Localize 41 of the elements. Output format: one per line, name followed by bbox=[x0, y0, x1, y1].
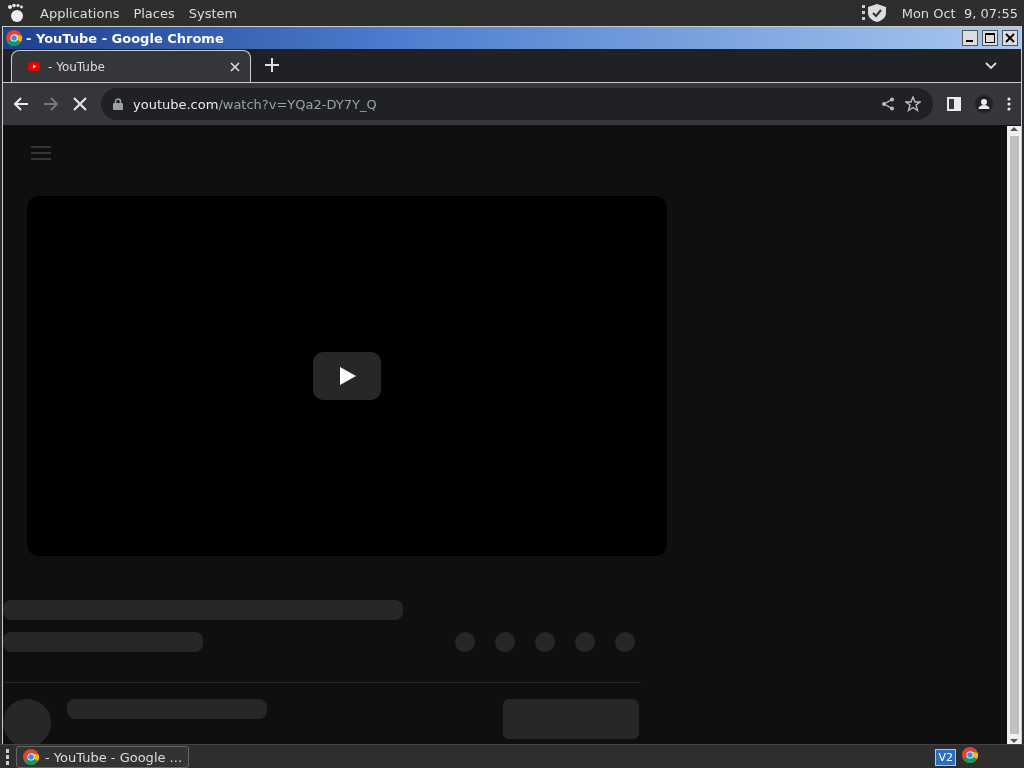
foot-logo-icon[interactable] bbox=[6, 3, 26, 23]
profile-icon[interactable] bbox=[975, 95, 993, 113]
youtube-icon bbox=[28, 61, 40, 72]
menu-icon[interactable] bbox=[1007, 97, 1011, 111]
button-placeholder bbox=[615, 632, 635, 652]
clock[interactable]: Mon Oct 9, 07:55 bbox=[901, 5, 1018, 21]
lock-icon bbox=[113, 98, 123, 110]
star-icon[interactable] bbox=[905, 96, 921, 112]
maximize-icon bbox=[985, 33, 995, 43]
panel-menu[interactable]: Places bbox=[133, 5, 175, 21]
chrome-icon bbox=[962, 747, 978, 763]
side-panel-icon[interactable] bbox=[947, 97, 961, 111]
button-placeholder bbox=[575, 632, 595, 652]
address-bar[interactable]: youtube.com/watch?v=YQa2-DY7Y_Q bbox=[101, 88, 933, 120]
minimize-button[interactable] bbox=[962, 30, 978, 46]
browser-tab[interactable]: - YouTube bbox=[11, 50, 251, 82]
handle-icon bbox=[6, 748, 10, 766]
chrome-icon bbox=[23, 749, 39, 765]
close-icon bbox=[1005, 33, 1015, 43]
taskbar-item[interactable]: - YouTube - Google ... bbox=[16, 746, 189, 768]
back-icon[interactable] bbox=[13, 96, 29, 112]
down-arrow-icon[interactable] bbox=[1010, 738, 1018, 744]
window-title: - YouTube - Google Chrome bbox=[26, 30, 224, 46]
close-button[interactable] bbox=[1002, 30, 1018, 46]
maximize-button[interactable] bbox=[982, 30, 998, 46]
button-placeholder bbox=[535, 632, 555, 652]
play-button[interactable] bbox=[313, 352, 381, 400]
shield-icon[interactable] bbox=[861, 3, 888, 23]
chrome-icon bbox=[6, 30, 22, 46]
close-icon[interactable] bbox=[230, 61, 240, 72]
up-arrow-icon[interactable] bbox=[1010, 126, 1018, 132]
share-icon[interactable] bbox=[881, 97, 895, 111]
forward-icon[interactable] bbox=[43, 96, 59, 112]
chevron-down-icon[interactable] bbox=[985, 61, 997, 70]
button-placeholder bbox=[495, 632, 515, 652]
scrollbar[interactable] bbox=[1007, 126, 1021, 744]
stop-icon[interactable] bbox=[73, 97, 87, 111]
tray-item[interactable]: V2 bbox=[935, 748, 956, 766]
button-placeholder bbox=[455, 632, 475, 652]
panel-menu[interactable]: Applications bbox=[40, 5, 120, 21]
panel-menu[interactable]: System bbox=[188, 5, 238, 21]
